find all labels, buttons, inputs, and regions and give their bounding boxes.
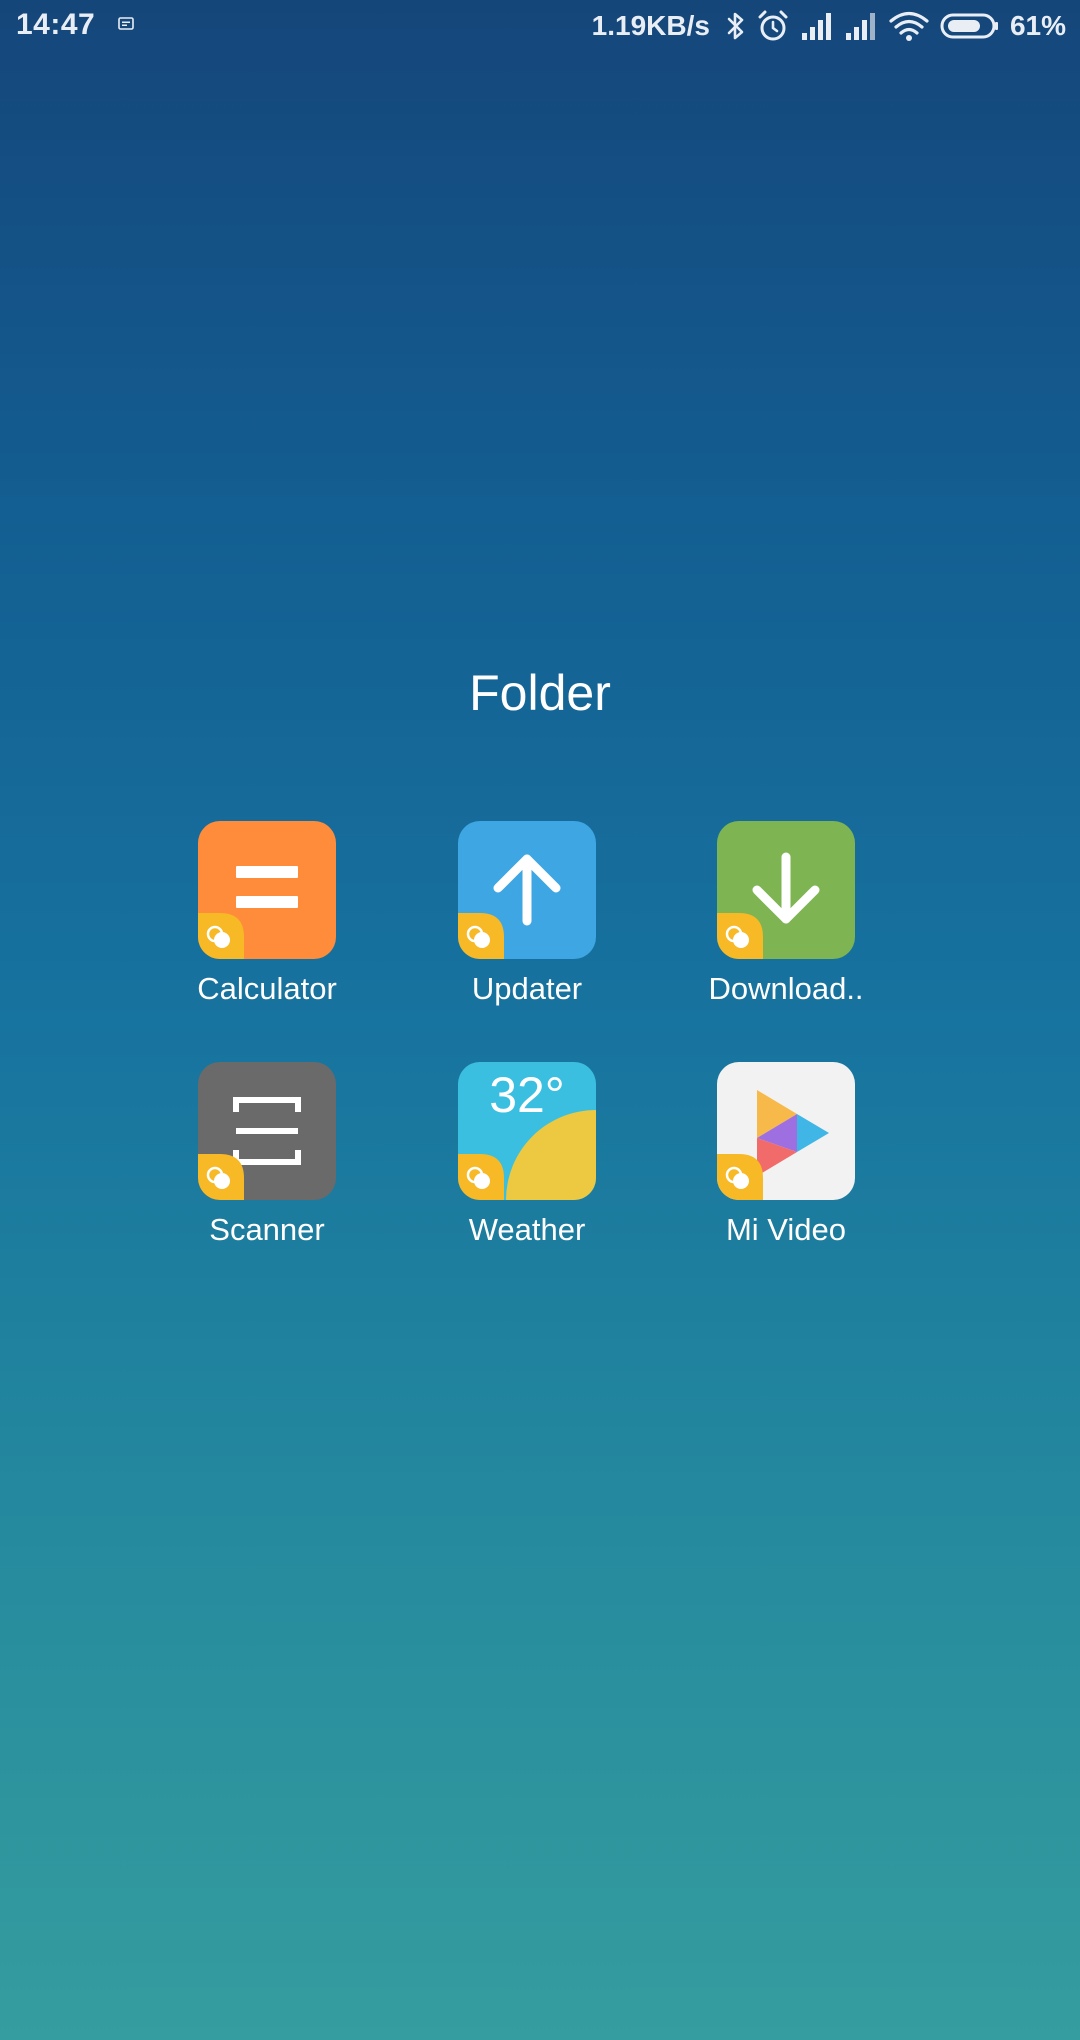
app-calculator[interactable]: Calculator bbox=[167, 821, 367, 1007]
signal-icon bbox=[801, 13, 831, 40]
calculator-icon[interactable] bbox=[198, 821, 336, 959]
mi-video-icon[interactable] bbox=[717, 1062, 855, 1200]
status-bar: 14:47 1.19KB/s 61% bbox=[0, 0, 1080, 54]
app-updater[interactable]: Updater bbox=[427, 821, 627, 1007]
app-label: Calculator bbox=[197, 971, 337, 1006]
app-label: Weather bbox=[468, 1212, 586, 1247]
second-space-badge-icon bbox=[458, 1154, 504, 1200]
second-space-badge-icon bbox=[198, 1154, 244, 1200]
app-weather[interactable]: 32° Weather bbox=[427, 1062, 627, 1248]
second-space-badge-icon bbox=[458, 913, 504, 959]
second-space-badge-icon bbox=[717, 913, 763, 959]
weather-temperature: 32° bbox=[489, 1067, 565, 1123]
second-space-badge-icon bbox=[198, 913, 244, 959]
battery-percent: 61% bbox=[1009, 10, 1066, 41]
updater-icon[interactable] bbox=[458, 821, 596, 959]
app-label: Mi Video bbox=[725, 1212, 847, 1247]
alarm-icon bbox=[758, 10, 788, 41]
second-space-badge-icon bbox=[717, 1154, 763, 1200]
app-mi-video[interactable]: Mi Video bbox=[686, 1062, 886, 1248]
weather-icon[interactable]: 32° bbox=[458, 1062, 596, 1200]
scanner-icon[interactable] bbox=[198, 1062, 336, 1200]
status-time: 14:47 bbox=[16, 8, 96, 41]
app-label: Download.. bbox=[708, 971, 864, 1006]
status-right: 1.19KB/s 61% bbox=[592, 6, 1066, 46]
app-label: Updater bbox=[471, 971, 583, 1006]
app-scanner[interactable]: Scanner bbox=[167, 1062, 367, 1248]
app-label: Scanner bbox=[209, 1212, 325, 1247]
app-downloads[interactable]: Download.. bbox=[686, 821, 886, 1007]
signal-icon bbox=[845, 13, 875, 40]
wifi-icon bbox=[889, 11, 929, 41]
bluetooth-icon bbox=[727, 12, 744, 40]
notification-icon bbox=[118, 17, 134, 30]
network-speed: 1.19KB/s bbox=[591, 10, 710, 41]
battery-icon bbox=[940, 13, 998, 39]
folder-title[interactable]: Folder bbox=[0, 664, 1080, 722]
downloads-icon[interactable] bbox=[717, 821, 855, 959]
